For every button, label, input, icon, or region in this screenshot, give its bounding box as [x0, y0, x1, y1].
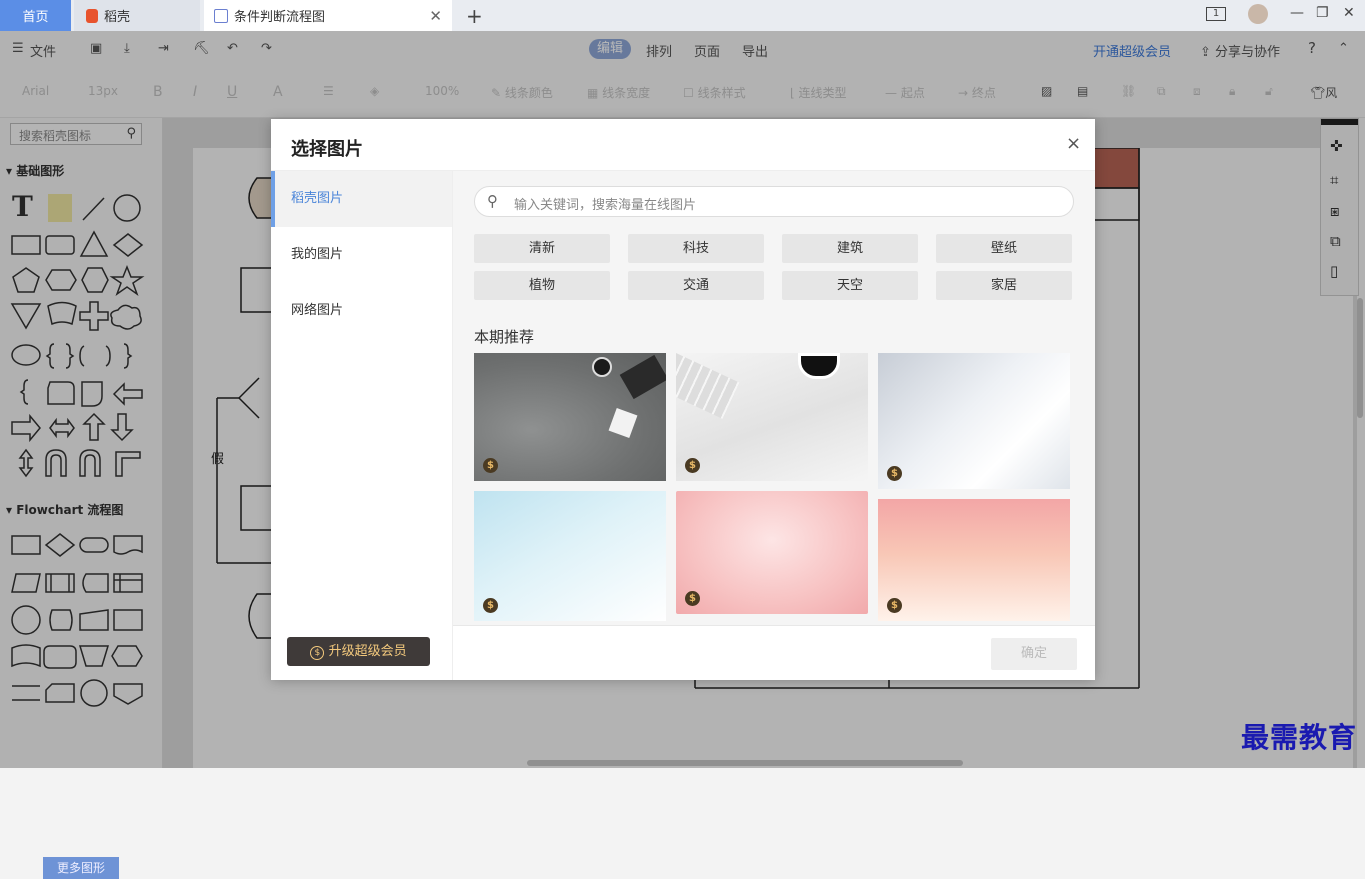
search-icon: ⚲	[487, 192, 498, 210]
image-thumb-peach-clouds[interactable]: $	[878, 499, 1070, 621]
more-shapes-button[interactable]: 更多图形	[43, 857, 119, 879]
thumb-detail	[608, 407, 638, 439]
tab-flowchart-label: 条件判断流程图	[234, 10, 326, 25]
watermark-text: 最需教育	[1241, 721, 1358, 754]
minimize-button[interactable]: —	[1290, 5, 1304, 21]
thumb-detail	[798, 353, 840, 379]
dialog-nav: 稻壳图片 我的图片 网络图片	[271, 170, 453, 680]
nav-my-images[interactable]: 我的图片	[271, 227, 452, 283]
recommend-title: 本期推荐	[474, 328, 535, 346]
image-search-input[interactable]: ⚲ 输入关键词，搜索海量在线图片	[474, 186, 1074, 217]
tab-close-icon[interactable]: ✕	[429, 7, 442, 25]
category-transport[interactable]: 交通	[628, 271, 764, 300]
thumb-detail	[619, 354, 666, 400]
thumb-detail	[592, 357, 612, 377]
tab-daoke-label: 稻壳	[104, 10, 131, 25]
nav-daoke-images[interactable]: 稻壳图片	[271, 171, 452, 227]
avatar[interactable]	[1248, 4, 1268, 24]
tab-home[interactable]: 首页	[0, 0, 71, 31]
close-icon[interactable]: ×	[1066, 133, 1081, 154]
image-thumb-desk-grey[interactable]: $	[474, 353, 666, 481]
image-search-placeholder: 输入关键词，搜索海量在线图片	[514, 198, 697, 213]
tab-bar: 首页 稻壳 条件判断流程图 ✕ + 1 — ❐ ✕	[0, 0, 1365, 32]
tab-daoke[interactable]: 稻壳	[74, 0, 200, 31]
image-thumb-silver-wave[interactable]: $	[878, 353, 1070, 489]
category-fresh[interactable]: 清新	[474, 234, 610, 263]
category-architecture[interactable]: 建筑	[782, 234, 918, 263]
nav-web-images[interactable]: 网络图片	[271, 283, 452, 339]
dialog-title: 选择图片	[291, 139, 363, 160]
upgrade-vip-button[interactable]: $ 升级超级会员	[287, 637, 430, 666]
close-window-button[interactable]: ✕	[1343, 5, 1355, 21]
paid-coin-icon: $	[685, 591, 700, 606]
thumb-detail	[676, 353, 740, 419]
paid-coin-icon: $	[483, 458, 498, 473]
dialog-footer: 确定	[453, 625, 1095, 680]
tab-home-label: 首页	[22, 10, 49, 25]
vip-coin-icon: $	[310, 646, 325, 660]
image-thumb-marble-desk[interactable]: $	[676, 353, 868, 481]
confirm-button[interactable]: 确定	[991, 638, 1077, 670]
category-tech[interactable]: 科技	[628, 234, 764, 263]
image-thumb-pink-bokeh[interactable]: $	[676, 491, 868, 614]
category-wallpaper[interactable]: 壁纸	[936, 234, 1072, 263]
page-count-indicator[interactable]: 1	[1206, 7, 1226, 21]
paid-coin-icon: $	[685, 458, 700, 473]
image-thumb-blue-swirl[interactable]: $	[474, 491, 666, 621]
category-sky[interactable]: 天空	[782, 271, 918, 300]
category-home[interactable]: 家居	[936, 271, 1072, 300]
flowchart-doc-icon	[214, 8, 228, 23]
dialog-main: ⚲ 输入关键词，搜索海量在线图片 清新 科技 建筑 壁纸 植物 交通 天空 家居…	[453, 170, 1095, 680]
daoke-logo-icon	[86, 8, 98, 23]
paid-coin-icon: $	[887, 598, 902, 613]
upgrade-vip-label: 升级超级会员	[328, 644, 407, 659]
paid-coin-icon: $	[887, 466, 902, 481]
category-plants[interactable]: 植物	[474, 271, 610, 300]
restore-button[interactable]: ❐	[1316, 5, 1329, 21]
tab-flowchart[interactable]: 条件判断流程图 ✕	[204, 0, 452, 31]
add-tab-button[interactable]: +	[466, 4, 483, 28]
paid-coin-icon: $	[483, 598, 498, 613]
select-image-dialog: 选择图片 × 稻壳图片 我的图片 网络图片 $ 升级超级会员 ⚲ 输入关键词，搜…	[271, 119, 1095, 680]
